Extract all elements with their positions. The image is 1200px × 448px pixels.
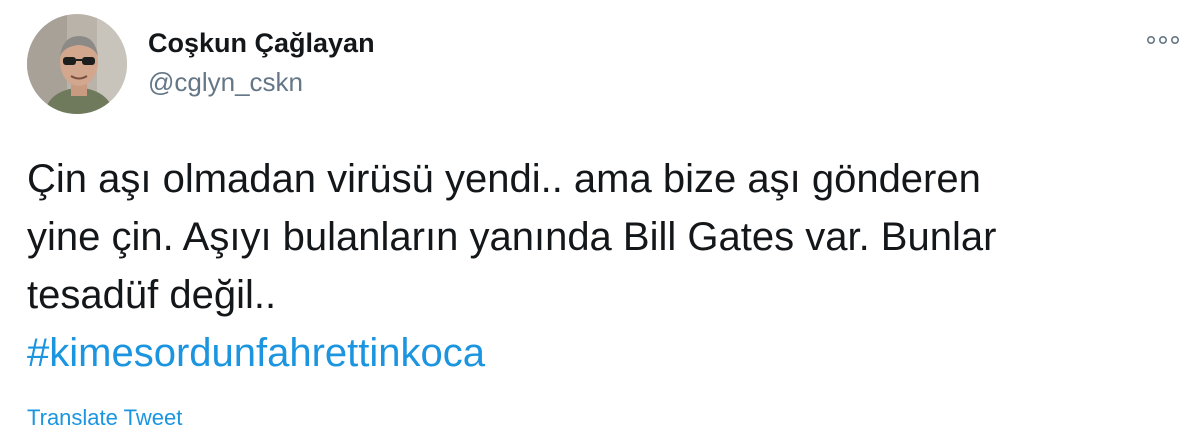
more-options-button[interactable] <box>1144 30 1182 50</box>
author-display-name[interactable]: Coşkun Çağlayan <box>148 28 375 59</box>
more-horizontal-icon <box>1146 35 1179 45</box>
tweet-text-line: yine çin. Aşıyı bulanların yanında Bill … <box>27 215 997 259</box>
translate-tweet-link[interactable]: Translate Tweet <box>27 405 182 431</box>
tweet-card: Coşkun Çağlayan @cglyn_cskn Çin aşı olma… <box>0 0 1200 448</box>
tweet-text-line: Çin aşı olmadan virüsü yendi.. ama bize … <box>27 157 981 201</box>
tweet-text: Çin aşı olmadan virüsü yendi.. ama bize … <box>27 150 1177 382</box>
author-handle[interactable]: @cglyn_cskn <box>148 67 303 98</box>
tweet-text-line: tesadüf değil.. <box>27 273 277 317</box>
avatar-photo <box>27 14 127 114</box>
hashtag-link[interactable]: #kimesordunfahrettinkoca <box>27 324 1177 382</box>
avatar[interactable] <box>27 14 127 114</box>
